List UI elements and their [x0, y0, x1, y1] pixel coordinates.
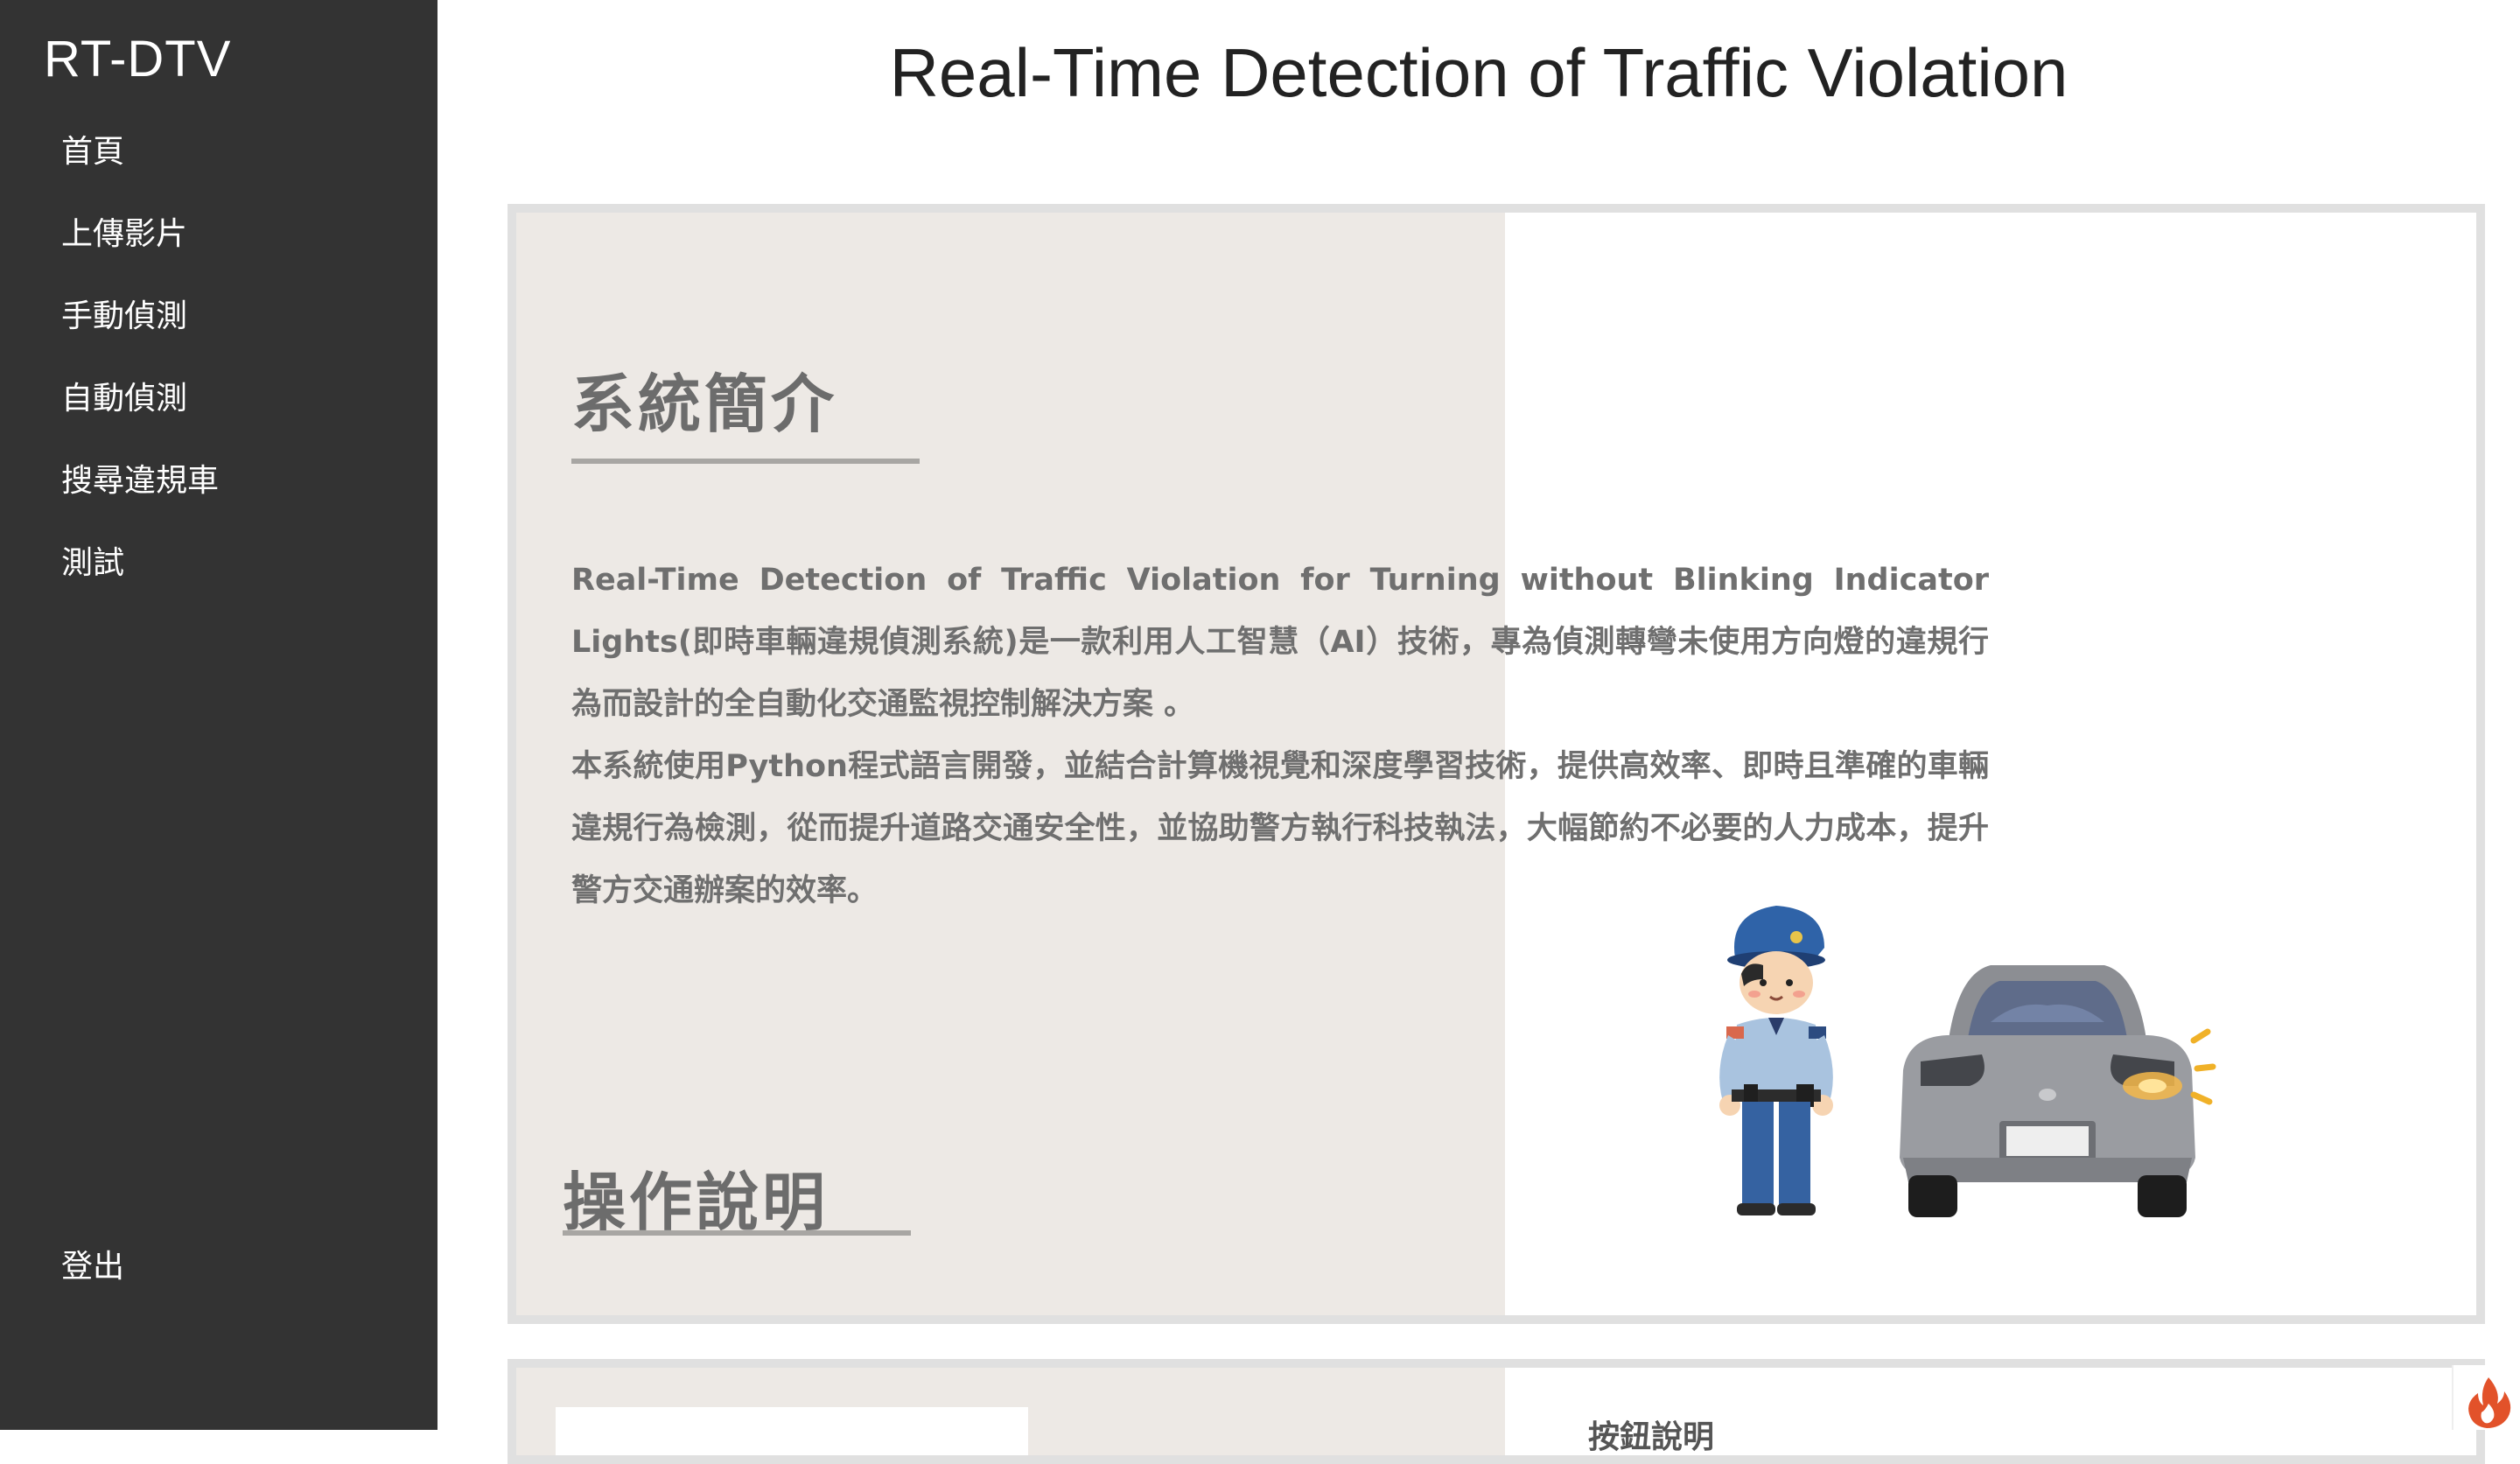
- brand-logo[interactable]: RT-DTV: [44, 30, 231, 88]
- intro-paragraph-1: Real-Time Detection of Traffic Violation…: [571, 563, 1989, 722]
- car-rear-blinker-illustration: [1900, 965, 2216, 1217]
- intro-heading-underline: [571, 459, 920, 464]
- nav-manual-detection[interactable]: 手動偵測: [61, 298, 187, 336]
- operation-heading-underline: [563, 1230, 911, 1236]
- operation-card: 按鈕說明: [508, 1359, 2485, 1464]
- operation-tab-shape: [556, 1407, 1028, 1455]
- page-title: Real-Time Detection of Traffic Violation: [889, 34, 2068, 111]
- operation-heading: 操作說明: [563, 1166, 830, 1239]
- fire-widget[interactable]: [2452, 1365, 2520, 1430]
- nav-home[interactable]: 首頁: [61, 133, 124, 172]
- nav-search-violation[interactable]: 搜尋違規車: [61, 462, 219, 501]
- police-officer-illustration: [1719, 906, 1833, 1215]
- nav-auto-detection[interactable]: 自動偵測: [61, 380, 187, 418]
- nav-logout[interactable]: 登出: [61, 1248, 124, 1286]
- nav-upload-video[interactable]: 上傳影片: [61, 215, 187, 254]
- intro-heading: 系統簡介: [571, 368, 838, 441]
- nav-test[interactable]: 測試: [61, 544, 124, 583]
- fire-icon: [2468, 1377, 2511, 1428]
- intro-text: Real-Time Detection of Traffic Violation…: [571, 550, 1989, 922]
- sidebar: RT-DTV 首頁 上傳影片 手動偵測 自動偵測 搜尋違規車 測試 登出: [0, 0, 438, 1430]
- intro-card: 系統簡介 Real-Time Detection of Traffic Viol…: [508, 204, 2485, 1324]
- button-description-label: 按鈕說明: [1588, 1419, 1715, 1455]
